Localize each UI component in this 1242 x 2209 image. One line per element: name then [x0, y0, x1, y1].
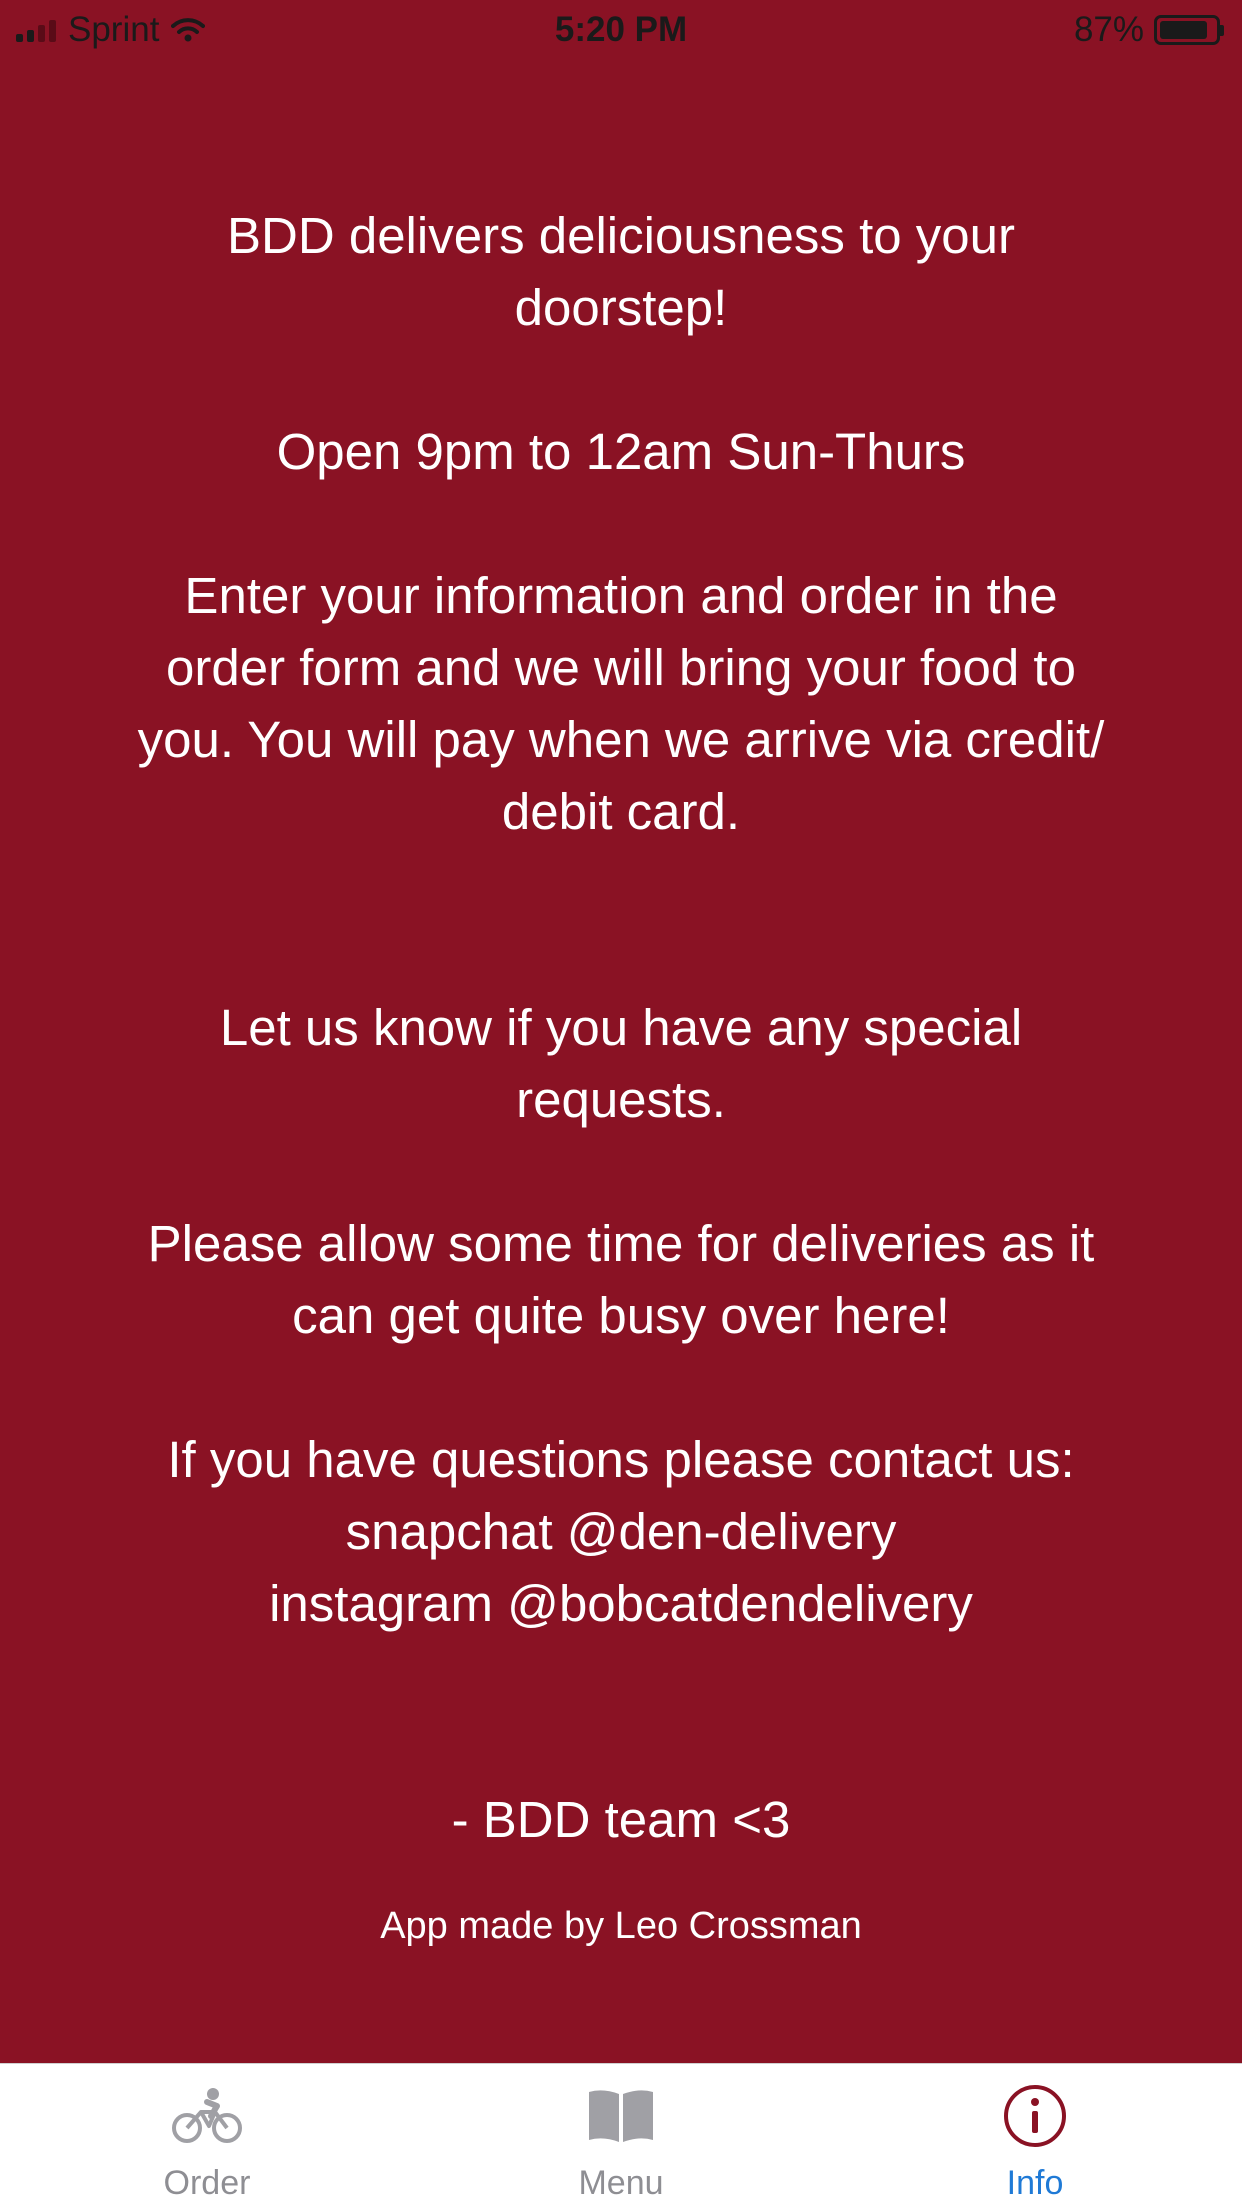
tab-menu[interactable]: Menu: [414, 2064, 828, 2209]
tab-info[interactable]: Info: [828, 2064, 1242, 2209]
contact-info: If you have questions please contact us:…: [167, 1431, 1075, 1632]
app-credit: App made by Leo Crossman: [380, 1905, 862, 1947]
info-content: BDD delivers deliciousness to your doors…: [60, 200, 1182, 1856]
intro-text: BDD delivers deliciousness to your doors…: [226, 207, 1015, 336]
tab-menu-label: Menu: [578, 2164, 664, 2202]
snapchat-handle: snapchat @den-delivery: [345, 1503, 897, 1560]
status-bar-right: 87%: [1074, 10, 1224, 50]
info-circle-icon: [995, 2082, 1075, 2150]
tab-bar: Order Menu Info: [0, 2063, 1242, 2209]
delivery-time-notice: Please allow some time for deliveries as…: [147, 1215, 1095, 1344]
tab-order-label: Order: [163, 2164, 251, 2202]
ordering-instructions: Enter your information and order in the …: [137, 567, 1105, 840]
hours-text: Open 9pm to 12am Sun-Thurs: [276, 423, 966, 480]
tab-order[interactable]: Order: [0, 2064, 414, 2209]
book-icon: [581, 2082, 661, 2150]
special-requests-text: Let us know if you have any special requ…: [219, 999, 1023, 1128]
battery-icon: [1154, 15, 1220, 45]
tab-info-label: Info: [1006, 2164, 1064, 2202]
bicycle-icon: [167, 2082, 247, 2150]
signoff-text: - BDD team <3: [451, 1791, 791, 1848]
status-time: 5:20 PM: [554, 10, 688, 49]
status-bar: Sprint 5:20 PM 87%: [0, 0, 1242, 60]
instagram-handle: instagram @bobcatdendelivery: [269, 1575, 973, 1632]
battery-percent: 87%: [1073, 10, 1144, 49]
